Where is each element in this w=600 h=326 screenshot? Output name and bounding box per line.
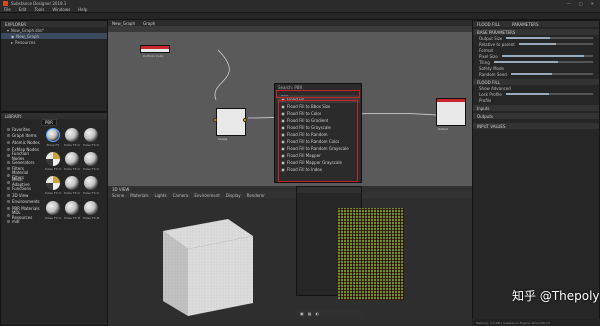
output-port[interactable] xyxy=(243,118,247,122)
library-thumb[interactable]: Pulse FX to Color xyxy=(83,128,99,150)
node-shape[interactable] xyxy=(216,108,246,136)
library-thumb[interactable]: Pulse FX to Grayscale xyxy=(45,176,61,198)
library-category[interactable]: MDL Resources xyxy=(1,210,41,220)
toolbar xyxy=(0,13,600,20)
window-title: Substance Designer 2019.1 xyxy=(11,1,67,6)
tab-parameters[interactable]: PARAMETERS xyxy=(512,22,539,27)
library-title: LIBRARY xyxy=(5,113,22,119)
library-panel: LIBRARY PBR Favorites Graph Items Atomic… xyxy=(0,112,108,326)
menu-windows[interactable]: Windows xyxy=(52,7,70,12)
library-thumb[interactable]: Pulse FX to Gradient xyxy=(45,152,61,174)
3d-menu-renderer[interactable]: Renderer xyxy=(247,193,265,198)
prop-label: Output Size xyxy=(479,35,503,41)
prop-label: Safety Mode xyxy=(479,65,504,71)
prop-slider[interactable] xyxy=(518,43,593,45)
folder-icon: ▸ xyxy=(11,39,14,45)
library-category[interactable]: Atomic Nodes xyxy=(1,139,41,146)
library-category[interactable]: 3D View xyxy=(1,192,41,199)
menu-help[interactable]: Help xyxy=(78,7,87,12)
prop-section[interactable]: Inputs xyxy=(473,105,599,111)
tree-item-label: New_Graph xyxy=(16,33,40,39)
prop-slider[interactable] xyxy=(501,55,593,57)
library-category[interactable]: Mesh Adaptive xyxy=(1,177,41,187)
tree-item-label: New_Graph.sbs* xyxy=(11,27,44,33)
menu-edit[interactable]: Edit xyxy=(19,7,27,12)
prop-label: Lock Profile xyxy=(479,91,502,97)
library-search-row: PBR xyxy=(1,119,107,126)
node-label: Uniform Color xyxy=(143,54,164,58)
library-category[interactable]: Graph Items xyxy=(1,133,41,140)
tree-item-resources[interactable]: ▸ Resources xyxy=(1,39,107,45)
library-category[interactable]: Function Nodes xyxy=(1,151,41,161)
prop-label: Pixel Size xyxy=(479,53,498,59)
prop-label: Random Seed xyxy=(479,71,507,77)
graph-icon: ◆ xyxy=(11,33,15,39)
3d-menu-camera[interactable]: Camera xyxy=(173,193,189,198)
library-thumb[interactable]: Pulse FX to Index xyxy=(83,176,99,198)
node-output[interactable] xyxy=(436,98,466,126)
prop-label: Tiling xyxy=(479,59,490,65)
prop-slider[interactable] xyxy=(506,37,593,39)
library-thumb[interactable]: Pulse FX to Mask xyxy=(45,200,61,223)
3d-view[interactable]: 3D VIEW Scene Materials Lights Camera En… xyxy=(108,186,472,326)
3d-menu-lights[interactable]: Lights xyxy=(155,193,167,198)
library-category[interactable]: Environments xyxy=(1,199,41,206)
prop-slider[interactable] xyxy=(505,93,593,95)
fit-icon[interactable]: ▣ xyxy=(300,311,304,316)
3d-menu-display[interactable]: Display xyxy=(226,193,241,198)
highlight-search-box xyxy=(276,90,360,98)
node-label: Output xyxy=(438,127,449,131)
input-port[interactable] xyxy=(213,118,217,122)
prop-label: Show Advanced xyxy=(479,85,511,91)
properties-panel: FLOOD FILL PARAMETERS BASE PARAMETERS Ou… xyxy=(472,20,600,326)
properties-title: FLOOD FILL xyxy=(477,21,500,27)
3d-menu-scene[interactable]: Scene xyxy=(112,193,124,198)
channel-icon[interactable]: ◐ xyxy=(316,311,320,316)
library-thumb-grid: Pulse FX Pulse FX to Base Size Pulse FX … xyxy=(41,126,107,225)
prop-label: Profile xyxy=(479,97,492,103)
library-category-list: Favorites Graph Items Atomic Nodes FxMap… xyxy=(1,126,41,225)
menu-file[interactable]: File xyxy=(4,7,11,12)
library-thumb[interactable]: Pulse FX to Random xyxy=(64,152,80,174)
2d-preview-texture xyxy=(338,208,404,300)
menu-tools[interactable]: Tools xyxy=(34,7,44,12)
title-bar: Substance Designer 2019.1 — □ ✕ xyxy=(0,0,600,7)
library-search-input[interactable]: PBR xyxy=(41,119,57,126)
3d-menu-environment[interactable]: Environment xyxy=(194,193,220,198)
app-logo-icon xyxy=(3,1,8,6)
prop-label: Format xyxy=(479,47,494,53)
library-thumb[interactable]: Pulse FX to Base Size xyxy=(64,128,80,150)
minimize-icon[interactable]: — xyxy=(567,1,571,6)
explorer-title: EXPLORER xyxy=(5,21,26,27)
tree-item-label: Resources xyxy=(15,39,36,45)
prop-label: Relative to parent xyxy=(479,41,515,47)
3d-cube-mesh xyxy=(163,219,253,316)
maximize-icon[interactable]: □ xyxy=(579,1,583,6)
highlight-results-box xyxy=(278,100,358,182)
2d-view-toolbar: ▣ ▦ ◐ xyxy=(296,310,362,316)
3d-view-toolbar: Scene Materials Lights Camera Environmen… xyxy=(108,192,472,198)
library-thumb[interactable]: Pulse FX Mapper xyxy=(64,200,80,223)
3d-menu-materials[interactable]: Materials xyxy=(130,193,148,198)
input-values-section[interactable]: INPUT VALUES xyxy=(473,123,599,129)
node-uniform-color[interactable] xyxy=(140,45,170,53)
properties-header: FLOOD FILL PARAMETERS xyxy=(473,21,599,27)
prop-slider[interactable] xyxy=(493,61,593,63)
prop-slider[interactable] xyxy=(510,73,593,75)
chevron-down-icon[interactable]: ▾ xyxy=(7,28,9,33)
3d-view-title: 3D VIEW xyxy=(112,186,130,192)
watermark: 知乎 @Thepoly xyxy=(512,289,600,303)
prop-section[interactable]: Outputs xyxy=(473,113,599,119)
library-category[interactable]: Favorites xyxy=(1,126,41,133)
status-bar: Memory: 1.2 GB | Substance Engine: Direc… xyxy=(472,319,600,326)
library-thumb[interactable]: Pulse FX Mapper Grayscale xyxy=(83,200,99,223)
explorer-panel: EXPLORER ▾ New_Graph.sbs* ◆ New_Graph ▸ … xyxy=(0,20,108,112)
tile-icon[interactable]: ▦ xyxy=(308,311,312,316)
library-thumb[interactable]: Pulse FX to Random Dis. xyxy=(83,152,99,174)
library-thumb[interactable]: Pulse FX xyxy=(45,128,61,150)
library-thumb[interactable]: Pulse FX to Rotation xyxy=(64,176,80,198)
node-label: Shape xyxy=(218,137,228,141)
close-icon[interactable]: ✕ xyxy=(591,1,594,6)
